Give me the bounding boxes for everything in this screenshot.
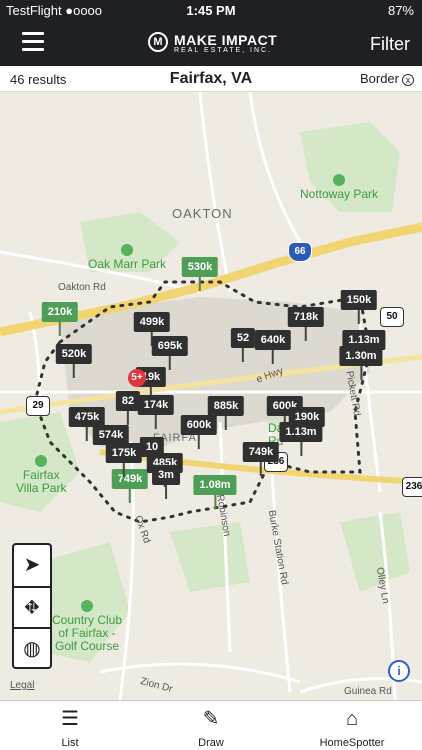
filter-button[interactable]: Filter [370, 34, 410, 55]
house-icon: ⌂ [345, 708, 359, 730]
park-area [170, 522, 250, 592]
map-controls: ➤ ⛖ ◍ [12, 543, 52, 669]
park-icon [35, 455, 48, 467]
listing-pin[interactable]: 499k [133, 312, 171, 346]
app-header: M MAKE IMPACT REAL ESTATE, INC. Filter [0, 22, 422, 66]
listing-pin[interactable]: 174k [137, 395, 175, 429]
route-236-shield: 236 [402, 477, 422, 497]
status-bar: TestFlight ●oooo 1:45 PM 87% [0, 0, 422, 22]
route-29-shield: 29 [26, 396, 50, 416]
listing-pin[interactable]: 885k [207, 396, 245, 430]
listing-pin[interactable]: 1.30m [339, 346, 383, 380]
bottom-tab-bar: ☰ List ✎ Draw ⌂ HomeSpotter [0, 700, 422, 750]
golf-course-label: Country Club of Fairfax - Golf Course [52, 600, 122, 653]
tab-label: HomeSpotter [319, 737, 385, 749]
park-label-oak-marr: Oak Marr Park [88, 244, 166, 271]
brand-logo: M MAKE IMPACT REAL ESTATE, INC. [148, 30, 278, 58]
listing-pin[interactable]: 574k [92, 425, 130, 459]
app-root: TestFlight ●oooo 1:45 PM 87% M MAKE IMPA… [0, 0, 422, 750]
hamburger-menu-icon[interactable] [22, 32, 44, 54]
town-label-oakton: OAKTON [172, 206, 233, 221]
cluster-count-badge[interactable]: 5+ [128, 369, 146, 387]
border-label: Border [359, 71, 399, 86]
listing-pin[interactable]: 718k [287, 307, 325, 341]
park-icon [333, 174, 346, 186]
listing-pin[interactable]: 695k [151, 336, 189, 370]
tab-label: List [61, 737, 79, 749]
listing-pin[interactable]: 52 [230, 328, 256, 362]
tab-list[interactable]: ☰ List [10, 701, 130, 750]
road-label-oakton: Oakton Rd [58, 282, 106, 293]
park-label-nottoway: Nottoway Park [300, 174, 378, 201]
border-toggle[interactable]: Border x [360, 71, 414, 86]
road-icon[interactable]: ⛖ [14, 586, 50, 626]
park-icon [121, 244, 133, 256]
map-view[interactable]: OAKTON FAIRFA Nottoway Park Oak Marr Par… [0, 92, 422, 700]
interstate-66-shield: 66 [288, 242, 312, 262]
globe-icon[interactable]: ◍ [14, 627, 50, 667]
status-time: 1:45 PM [186, 3, 236, 18]
listing-pin[interactable]: 3m [152, 465, 180, 499]
listing-pin[interactable]: 1.08m [193, 475, 237, 509]
search-location: Fairfax, VA [169, 70, 253, 87]
minor-road [99, 662, 301, 684]
listing-pin[interactable]: 520k [55, 344, 93, 378]
tab-draw[interactable]: ✎ Draw [151, 701, 271, 750]
listing-pin[interactable]: 475k [68, 407, 106, 441]
listing-pin[interactable]: 1.13m [279, 422, 323, 456]
listing-pin[interactable]: 749k [111, 469, 149, 503]
park-label-fairfax-villa: Fairfax Villa Park [16, 455, 66, 495]
listing-pin[interactable]: 640k [254, 330, 292, 364]
results-bar: 46 results Fairfax, VA Border x [0, 66, 422, 92]
border-close-icon[interactable]: x [402, 74, 414, 86]
info-icon[interactable]: i [388, 660, 410, 682]
tab-homespotter[interactable]: ⌂ HomeSpotter [292, 701, 412, 750]
location-arrow-icon[interactable]: ➤ [14, 545, 50, 585]
list-icon: ☰ [61, 708, 79, 730]
route-50-shield: 50 [380, 307, 404, 327]
road-label-guinea: Guinea Rd [344, 686, 392, 697]
logo-mark: M [148, 32, 168, 52]
listing-pin[interactable]: 210k [41, 302, 79, 336]
listing-pin[interactable]: 82 [115, 391, 141, 425]
park-icon [81, 600, 94, 612]
tab-label: Draw [198, 737, 224, 749]
listing-pin[interactable]: 175k [105, 443, 143, 477]
logo-name: MAKE IMPACT [174, 32, 278, 48]
minor-road [248, 92, 302, 243]
battery-level: 87% [387, 3, 414, 18]
listing-pin[interactable]: 150k [340, 290, 378, 324]
listing-pin[interactable]: 749k [242, 442, 280, 476]
listing-pin[interactable]: 530k [181, 257, 219, 291]
pencil-icon: ✎ [202, 708, 220, 730]
legal-link[interactable]: Legal [10, 680, 34, 691]
listing-pin[interactable]: 600k [180, 415, 218, 449]
logo-subtitle: REAL ESTATE, INC. [174, 47, 273, 54]
